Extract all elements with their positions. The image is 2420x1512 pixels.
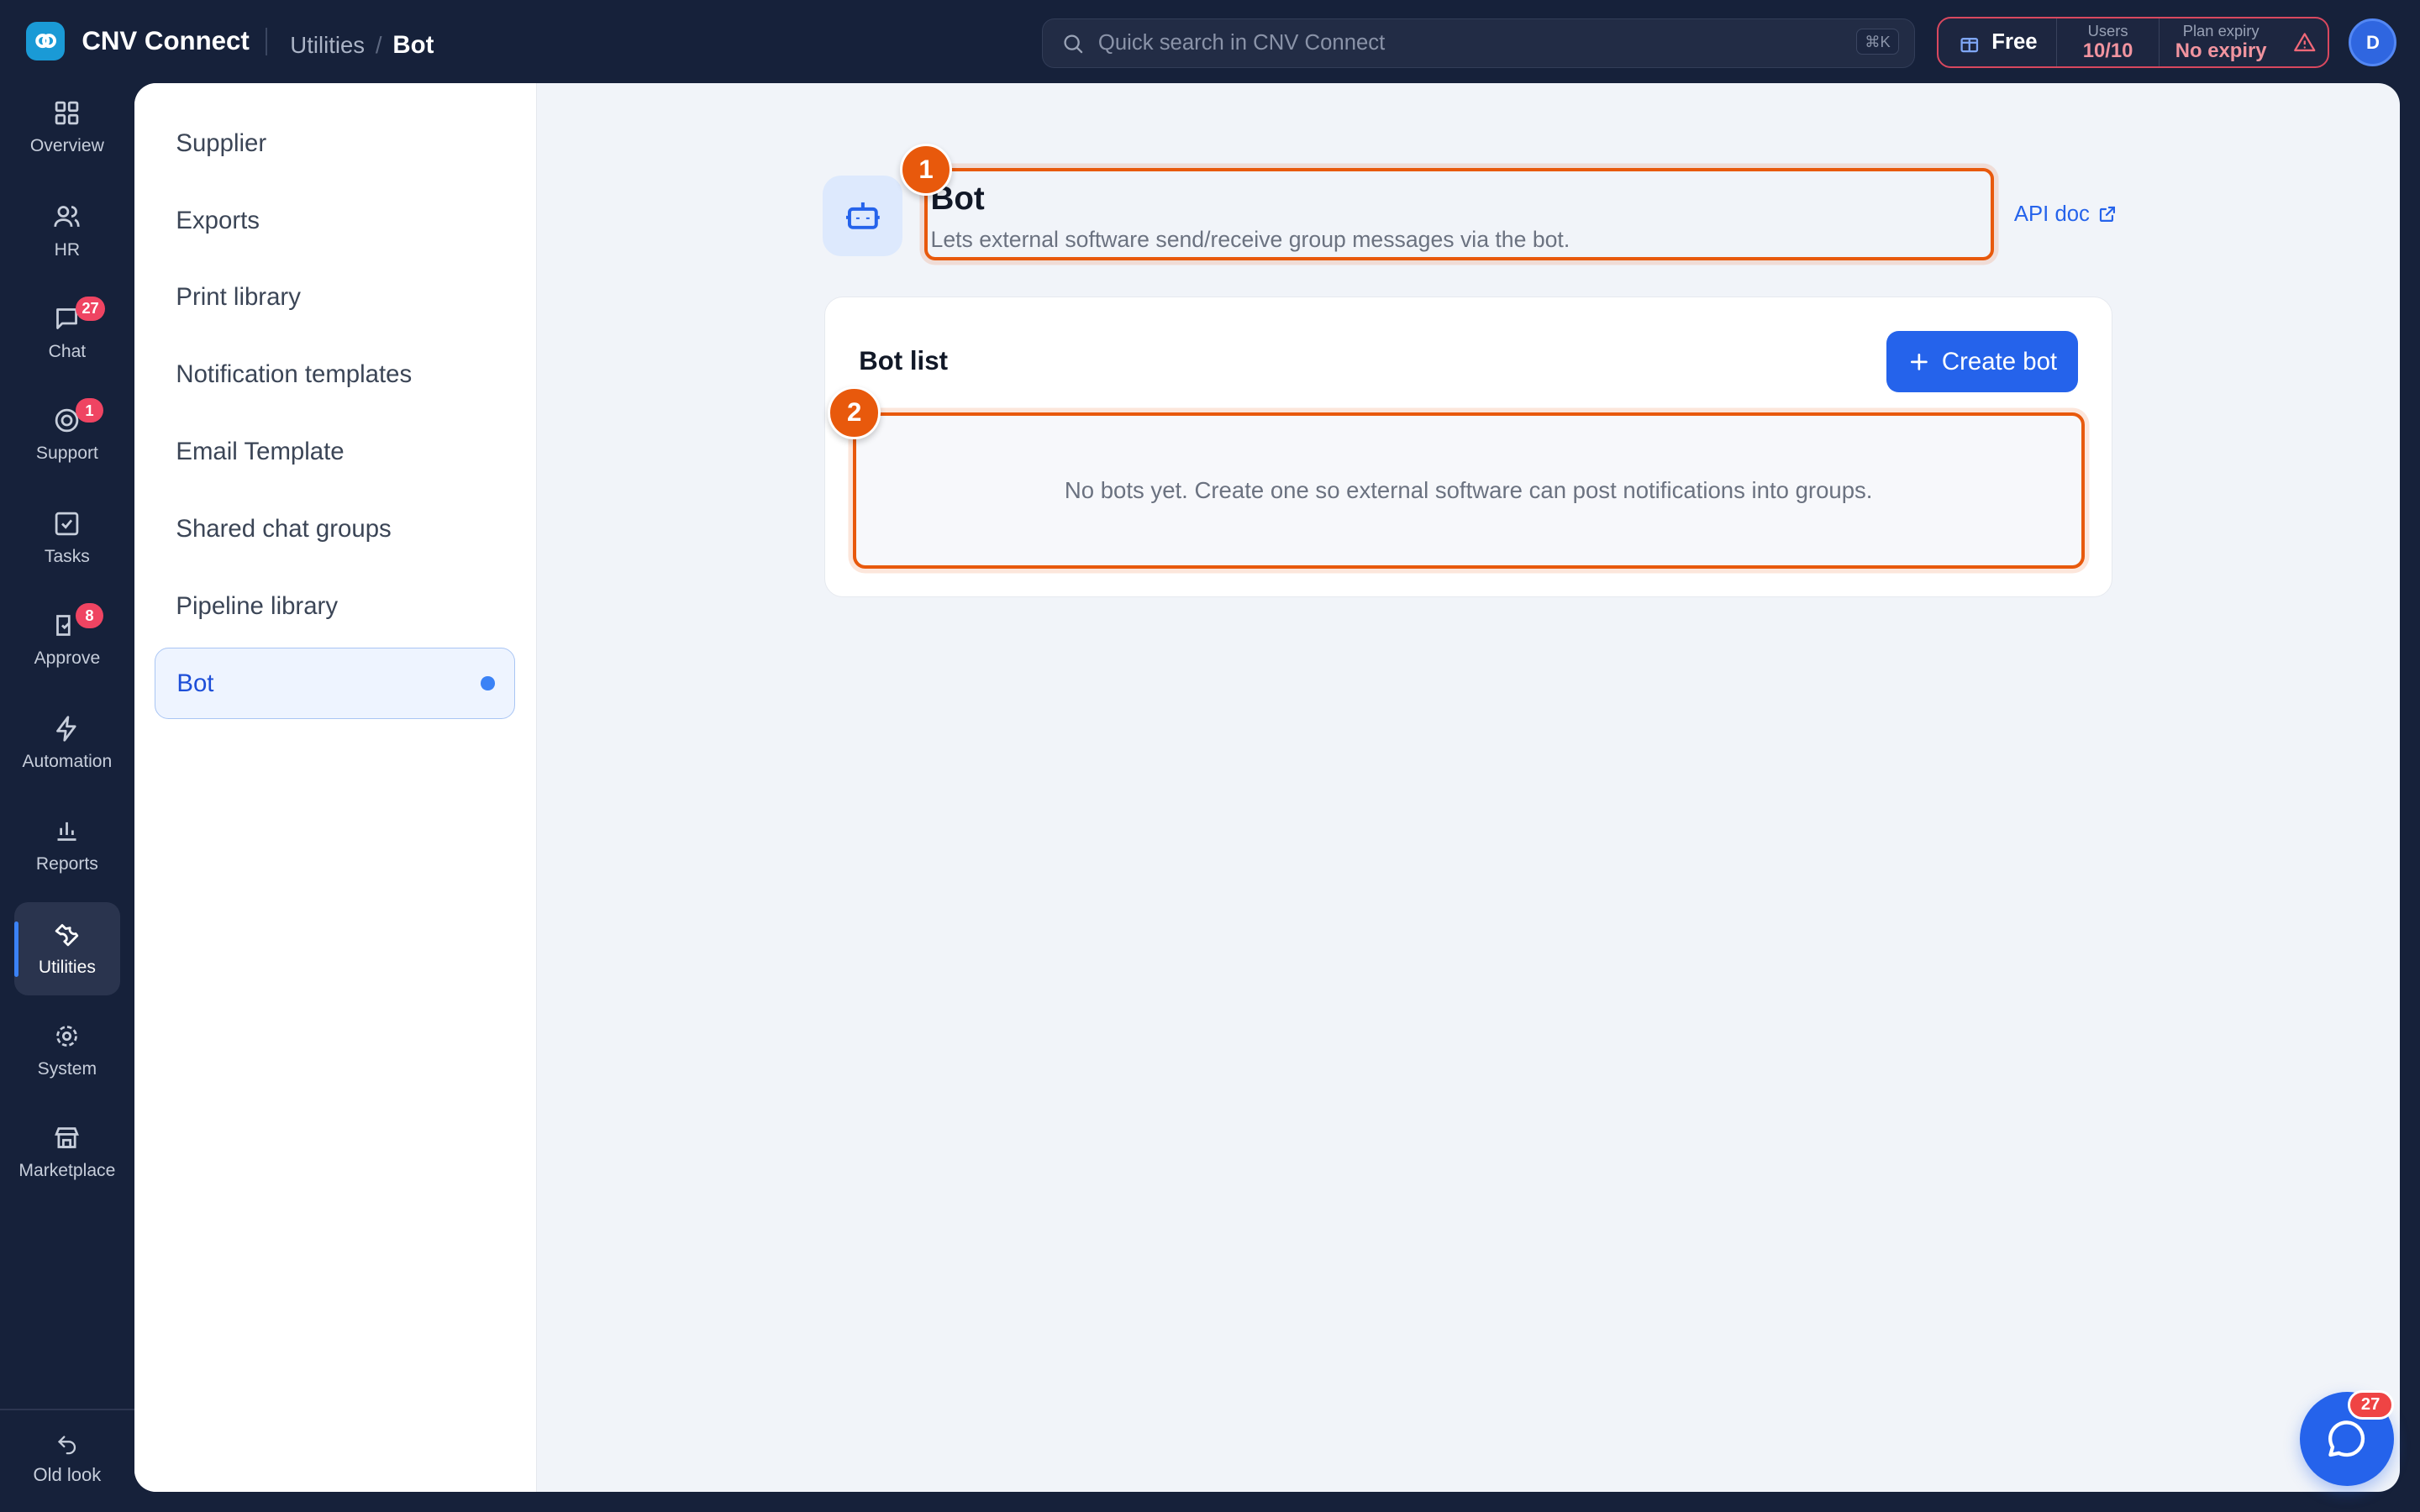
store-icon <box>55 1127 80 1148</box>
subnav-item-email-template[interactable]: Email Template <box>155 417 516 487</box>
rail-label: Marketplace <box>18 1161 116 1181</box>
search-icon <box>1064 34 1083 53</box>
bot-list-card: Bot list Create bot No bots yet. Create … <box>823 296 2113 597</box>
search-placeholder: Quick search in CNV Connect <box>1097 30 1386 55</box>
users-label: Users <box>2087 21 2128 39</box>
rail-label: HR <box>54 239 81 260</box>
bot-icon <box>822 176 903 256</box>
page-subtitle: Lets external software send/receive grou… <box>930 226 1570 252</box>
grid-icon <box>55 102 79 125</box>
rail-item-reports[interactable]: Reports <box>14 799 121 891</box>
rail-item-utilities[interactable]: Utilities <box>13 902 121 995</box>
app-logo[interactable] <box>26 21 66 60</box>
subnav-item-supplier[interactable]: Supplier <box>155 108 516 179</box>
rail-item-approve[interactable]: Approve 8 <box>14 594 121 686</box>
plan-expiry: Plan expiry No expiry <box>2160 18 2283 66</box>
top-bar: CNV Connect Utilities / Bot Quick search… <box>0 0 2420 83</box>
expiry-value: No expiry <box>2175 39 2267 62</box>
annotation-marker-1: 1 <box>899 143 953 197</box>
rail-label: Automation <box>22 752 113 772</box>
app-name: CNV Connect <box>82 26 250 56</box>
avatar[interactable]: D <box>2349 18 2397 66</box>
plan-status[interactable]: Free Users 10/10 Plan expiry No expiry <box>1937 17 2329 68</box>
breadcrumb-parent[interactable]: Utilities <box>290 32 365 59</box>
bot-list-title: Bot list <box>859 346 948 376</box>
rail-item-tasks[interactable]: Tasks <box>14 492 121 585</box>
rail-item-overview[interactable]: Overview <box>14 81 121 174</box>
api-doc-label: API doc <box>2013 202 2090 226</box>
rail-divider <box>0 1408 134 1410</box>
rail-item-chat[interactable]: Chat 27 <box>14 287 121 380</box>
main-panel: Supplier Exports Print library Notificat… <box>134 83 2401 1493</box>
utilities-subnav: Supplier Exports Print library Notificat… <box>134 83 538 1493</box>
old-look-label: Old look <box>33 1463 102 1485</box>
empty-state: No bots yet. Create one so external soft… <box>852 412 2085 569</box>
rail-item-automation[interactable]: Automation <box>14 697 121 790</box>
bolt-icon <box>56 716 76 742</box>
subnav-item-label: Bot <box>176 669 214 697</box>
wrench-icon <box>55 923 79 946</box>
rail-label: System <box>37 1058 97 1079</box>
undo-icon <box>58 1436 76 1455</box>
breadcrumb: Utilities / Bot <box>290 31 434 60</box>
approve-badge: 8 <box>75 603 104 628</box>
rail-label: Support <box>35 443 98 463</box>
users-value: 10/10 <box>2082 39 2133 62</box>
rail-item-support[interactable]: Support 1 <box>14 389 121 481</box>
users-icon <box>54 206 81 228</box>
create-bot-button[interactable]: Create bot <box>1886 331 2079 393</box>
divider <box>265 28 267 56</box>
empty-state-text: No bots yet. Create one so external soft… <box>1064 477 1873 504</box>
rail-label: Tasks <box>44 547 90 567</box>
search-shortcut: ⌘K <box>1856 29 1899 55</box>
subnav-item-bot[interactable]: Bot <box>154 648 516 719</box>
breadcrumb-separator: / <box>375 31 382 58</box>
rail-item-marketplace[interactable]: Marketplace <box>14 1106 121 1199</box>
support-badge: 1 <box>75 397 104 423</box>
subnav-item-shared-chat-groups[interactable]: Shared chat groups <box>155 494 516 564</box>
search-input[interactable]: Quick search in CNV Connect ⌘K <box>1041 18 1916 68</box>
plan-name[interactable]: Free <box>1939 18 2058 66</box>
check-square-icon <box>55 512 79 536</box>
warning-icon <box>2283 18 2326 66</box>
subnav-item-print-library[interactable]: Print library <box>155 262 516 333</box>
chat-fab-badge: 27 <box>2347 1389 2394 1420</box>
breadcrumb-current: Bot <box>392 30 434 59</box>
subnav-item-pipeline-library[interactable]: Pipeline library <box>155 571 516 642</box>
old-look-button[interactable]: Old look <box>14 1422 121 1496</box>
rail-item-hr[interactable]: HR <box>14 185 121 277</box>
expiry-label: Plan expiry <box>2182 21 2260 39</box>
subnav-item-exports[interactable]: Exports <box>155 185 516 255</box>
annotation-marker-2: 2 <box>828 386 881 439</box>
rail-label: Approve <box>34 648 101 669</box>
subnav-item-notification-templates[interactable]: Notification templates <box>155 339 516 410</box>
rail-label: Chat <box>48 341 87 361</box>
gear-icon <box>56 1025 78 1047</box>
plan-name-label: Free <box>1991 30 2038 54</box>
rail-item-system[interactable]: System <box>14 1005 121 1097</box>
chat-badge: 27 <box>75 296 106 322</box>
rail-label: Utilities <box>38 957 96 977</box>
rail-label: Reports <box>35 853 98 874</box>
external-link-icon <box>2099 207 2116 223</box>
plan-users: Users 10/10 <box>2057 18 2160 66</box>
gift-icon <box>1960 37 1979 52</box>
create-bot-label: Create bot <box>1941 347 2058 375</box>
rail-label: Overview <box>29 136 104 156</box>
plus-icon <box>1910 353 1928 370</box>
api-doc-link[interactable]: API doc <box>2014 202 2118 227</box>
bar-chart-icon <box>57 822 76 842</box>
chat-bubble-icon <box>2328 1420 2365 1457</box>
active-dot <box>481 676 495 690</box>
